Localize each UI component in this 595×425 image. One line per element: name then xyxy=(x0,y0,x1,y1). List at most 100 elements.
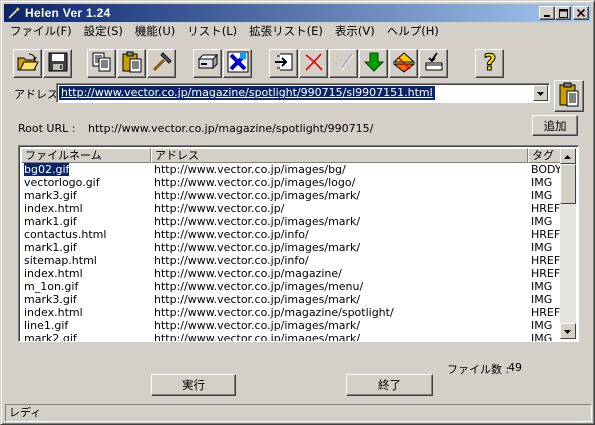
save-button[interactable] xyxy=(43,49,72,78)
menu-functions[interactable]: 機能(U) xyxy=(129,23,181,39)
sort-triangle-icon xyxy=(392,51,416,76)
cell-address: http://www.vector.co.jp/info/ xyxy=(151,228,528,241)
address-dropdown-button[interactable] xyxy=(533,85,548,101)
cell-address-text: http://www.vector.co.jp/images/mark/ xyxy=(154,319,361,332)
drive-button[interactable] xyxy=(193,49,222,78)
scroll-down-button[interactable] xyxy=(560,323,576,339)
cell-filename-text: index.html xyxy=(24,202,83,215)
svg-text:?: ? xyxy=(483,51,496,74)
table-row[interactable]: mark3.gif http://www.vector.co.jp/images/… xyxy=(21,189,561,202)
cell-address-text: http://www.vector.co.jp/images/bg/ xyxy=(154,163,346,176)
paste-icon xyxy=(121,51,143,76)
paste-toolbar-button[interactable] xyxy=(117,49,146,78)
cell-filename-text: line1.gif xyxy=(24,319,69,332)
cell-address: http://www.vector.co.jp/ xyxy=(151,202,528,215)
copy-button[interactable] xyxy=(87,49,116,78)
add-button[interactable]: 追加 xyxy=(532,115,578,136)
cell-filename: mark2.gif xyxy=(21,332,151,341)
table-row[interactable]: mark1.gif http://www.vector.co.jp/images/… xyxy=(21,241,561,254)
minimize-button[interactable] xyxy=(539,6,555,20)
scroll-up-button[interactable] xyxy=(560,148,576,164)
column-tag[interactable]: タグ xyxy=(528,148,561,163)
check-button[interactable] xyxy=(329,49,358,78)
download-button[interactable] xyxy=(359,49,388,78)
table-row[interactable]: vectorlogo.gif http://www.vector.co.jp/im… xyxy=(21,176,561,189)
open-folder-icon xyxy=(17,52,39,75)
menu-file[interactable]: ファイル(F) xyxy=(4,23,78,39)
cell-filename: index.html xyxy=(21,267,151,280)
cell-address-text: http://www.vector.co.jp/images/mark/ xyxy=(154,332,361,342)
cell-tag-text: IMG xyxy=(531,293,553,306)
inbox-button[interactable] xyxy=(419,49,448,78)
cell-filename: mark1.gif xyxy=(21,215,151,228)
app-window: Helen Ver 1.24 ファイル(F) 設定(S) 機能(U) リスト(L… xyxy=(0,0,595,425)
run-button[interactable]: 実行 xyxy=(151,374,236,396)
table-row[interactable]: bg02.gif http://www.vector.co.jp/images/b… xyxy=(21,163,561,176)
cell-address: http://www.vector.co.jp/magazine/ xyxy=(151,267,528,280)
cell-filename-text: index.html xyxy=(24,267,83,280)
cell-filename: line1.gif xyxy=(21,319,151,332)
cell-address: http://www.vector.co.jp/images/menu/ xyxy=(151,280,528,293)
scroll-thumb[interactable] xyxy=(560,164,576,204)
maximize-button[interactable] xyxy=(555,6,571,20)
column-address[interactable]: アドレス xyxy=(151,148,528,163)
open-button[interactable] xyxy=(13,49,42,78)
table-row[interactable]: m_1on.gif http://www.vector.co.jp/images/… xyxy=(21,280,561,293)
cell-address: http://www.vector.co.jp/images/mark/ xyxy=(151,241,528,254)
sort-button[interactable] xyxy=(389,49,418,78)
cell-filename: bg02.gif xyxy=(21,163,151,176)
table-row[interactable]: mark1.gif http://www.vector.co.jp/images/… xyxy=(21,215,561,228)
menu-settings[interactable]: 設定(S) xyxy=(78,23,129,39)
menu-list[interactable]: リスト(L) xyxy=(181,23,243,39)
close-button[interactable] xyxy=(573,6,589,20)
cell-filename: index.html xyxy=(21,306,151,319)
cell-tag-text: IMG xyxy=(531,189,553,202)
cell-tag-text: IMG xyxy=(531,280,553,293)
delete-button[interactable] xyxy=(299,49,328,78)
cell-address-text: http://www.vector.co.jp/images/mark/ xyxy=(154,293,361,306)
list-scrollbar[interactable] xyxy=(560,148,576,339)
scroll-down-arrow-icon xyxy=(564,325,572,338)
cell-tag-text: HREF xyxy=(531,267,561,280)
menu-extended-list[interactable]: 拡張リスト(E) xyxy=(243,23,329,39)
cell-address-text: http://www.vector.co.jp/images/mark/ xyxy=(154,215,361,228)
import-button[interactable] xyxy=(269,49,298,78)
cell-tag: IMG xyxy=(528,293,561,306)
table-row[interactable]: line1.gif http://www.vector.co.jp/images/… xyxy=(21,319,561,332)
exit-button[interactable]: 終了 xyxy=(346,374,433,396)
table-row[interactable]: mark2.gif http://www.vector.co.jp/images/… xyxy=(21,332,561,342)
cell-address: http://www.vector.co.jp/images/mark/ xyxy=(151,189,528,202)
cell-tag: IMG xyxy=(528,176,561,189)
root-url-value: http://www.vector.co.jp/magazine/spotlig… xyxy=(88,122,374,135)
title-bar[interactable]: Helen Ver 1.24 xyxy=(4,4,591,22)
table-row[interactable]: index.html http://www.vector.co.jp/magazi… xyxy=(21,306,561,319)
cell-address-text: http://www.vector.co.jp/images/mark/ xyxy=(154,241,361,254)
cell-tag: IMG xyxy=(528,189,561,202)
menu-view[interactable]: 表示(V) xyxy=(329,23,381,39)
cell-address-text: http://www.vector.co.jp/magazine/spotlig… xyxy=(154,306,394,319)
address-combobox[interactable]: http://www.vector.co.jp/magazine/spotlig… xyxy=(56,83,550,103)
cell-address-text: http://www.vector.co.jp/images/mark/ xyxy=(154,189,361,202)
tool-button[interactable] xyxy=(147,49,176,78)
cell-address: http://www.vector.co.jp/info/ xyxy=(151,254,528,267)
table-row[interactable]: sitemap.html http://www.vector.co.jp/info… xyxy=(21,254,561,267)
stop-button[interactable] xyxy=(223,49,252,78)
inbox-icon xyxy=(423,51,445,76)
table-row[interactable]: index.html http://www.vector.co.jp/magazi… xyxy=(21,267,561,280)
paste-address-button[interactable] xyxy=(554,80,584,112)
root-url-label: Root URL : xyxy=(18,122,76,135)
table-row[interactable]: mark3.gif http://www.vector.co.jp/images/… xyxy=(21,293,561,306)
column-filename[interactable]: ファイルネーム xyxy=(21,148,151,163)
file-list[interactable]: ファイルネーム アドレス タグ bg02.gif http://www.vecto… xyxy=(18,145,579,342)
menu-help[interactable]: ヘルプ(H) xyxy=(381,23,445,39)
cell-filename-text: index.html xyxy=(24,306,83,319)
help-button[interactable]: ? xyxy=(475,49,504,78)
cell-tag-text: IMG xyxy=(531,215,553,228)
cell-filename: index.html xyxy=(21,202,151,215)
table-row[interactable]: index.html http://www.vector.co.jp/HREF xyxy=(21,202,561,215)
table-row[interactable]: contactus.html http://www.vector.co.jp/in… xyxy=(21,228,561,241)
cell-tag-text: HREF xyxy=(531,306,561,319)
blue-x-icon xyxy=(227,51,249,76)
cell-tag: HREF xyxy=(528,254,561,267)
address-input[interactable]: http://www.vector.co.jp/magazine/spotlig… xyxy=(59,86,435,100)
